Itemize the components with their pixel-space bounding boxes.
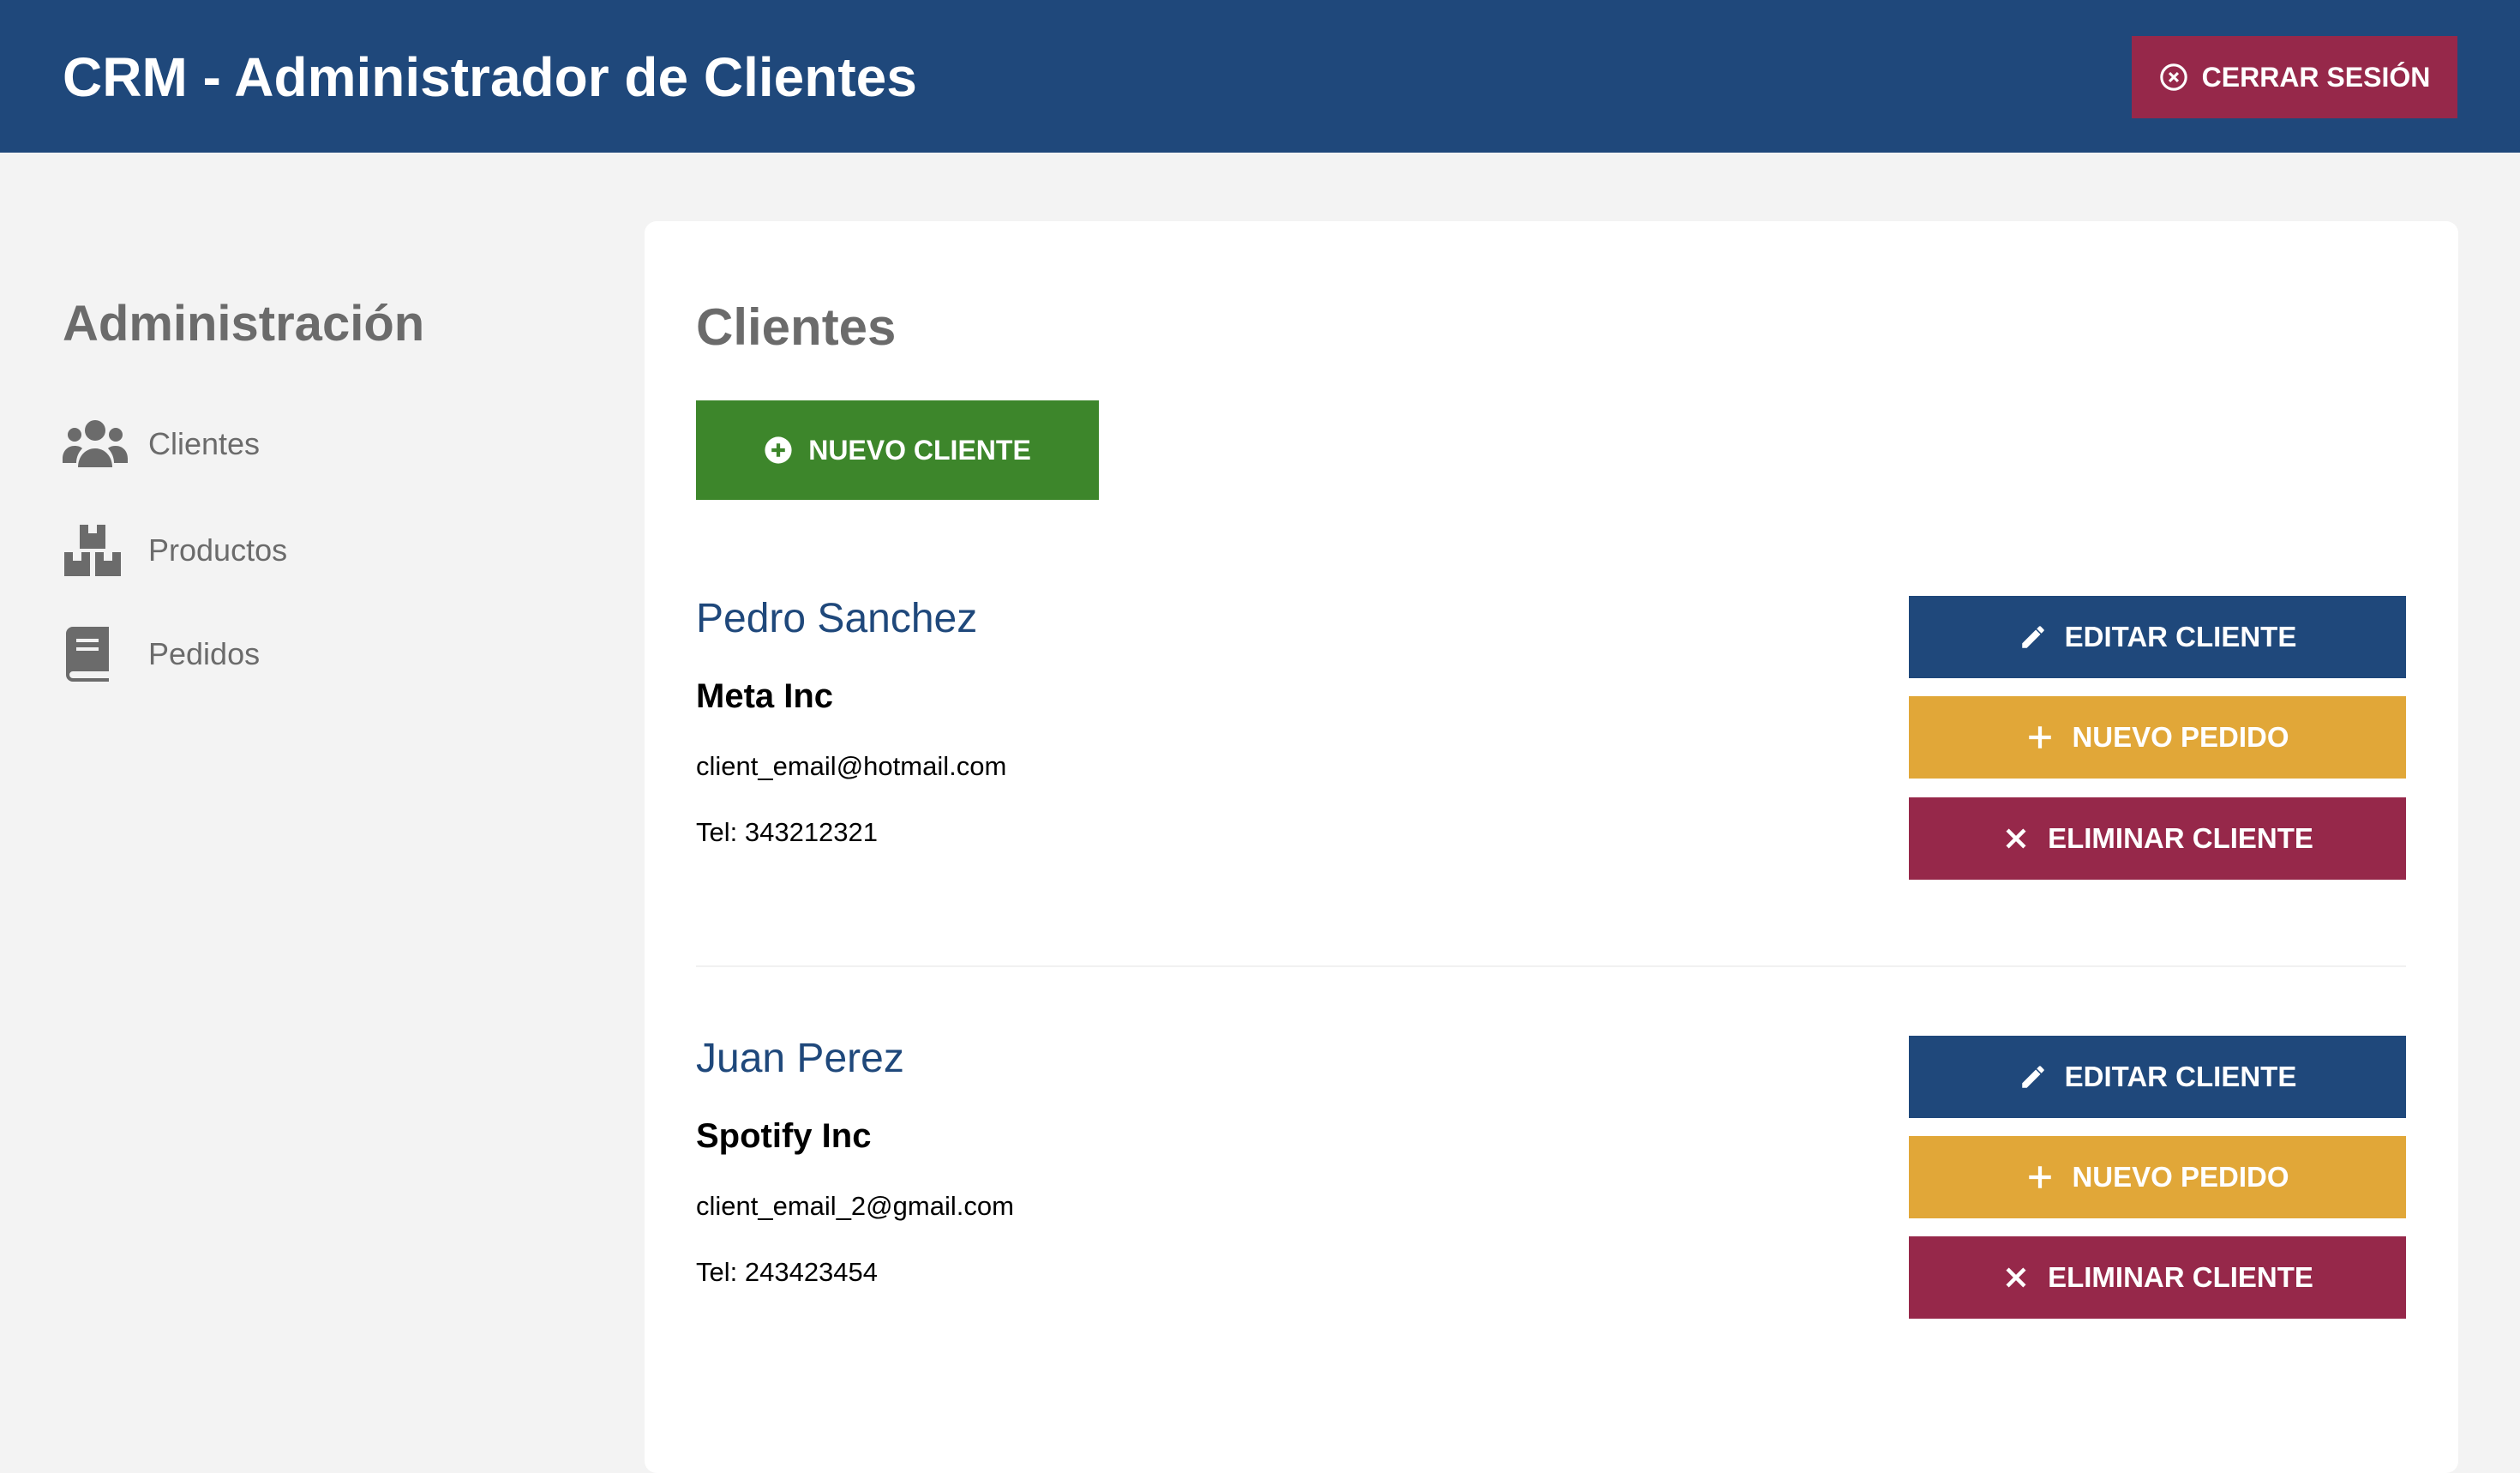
plus-icon: [2025, 1163, 2055, 1192]
client-email: client_email@hotmail.com: [696, 751, 1007, 781]
new-client-label: NUEVO CLIENTE: [808, 434, 1031, 466]
app-title: CRM - Administrador de Clientes: [63, 46, 917, 108]
sidebar-item-label: Clientes: [148, 426, 261, 461]
new-order-label: NUEVO PEDIDO: [2072, 721, 2289, 753]
sidebar-item-pedidos[interactable]: Pedidos: [63, 624, 260, 684]
users-icon: [63, 417, 128, 472]
edit-client-button[interactable]: EDITAR CLIENTE: [1909, 1036, 2406, 1118]
client-name: Pedro Sanchez: [696, 596, 978, 641]
client-company: Meta Inc: [696, 677, 834, 715]
page-title: Clientes: [696, 298, 897, 356]
top-header: CRM - Administrador de Clientes CERRAR S…: [0, 0, 2520, 153]
client-email: client_email_2@gmail.com: [696, 1191, 1014, 1221]
delete-client-button[interactable]: ELIMINAR CLIENTE: [1909, 1236, 2406, 1319]
sidebar-item-productos[interactable]: Productos: [63, 520, 287, 580]
sidebar-title: Administración: [63, 296, 425, 352]
new-order-button[interactable]: NUEVO PEDIDO: [1909, 1136, 2406, 1218]
delete-client-label: ELIMINAR CLIENTE: [2048, 1261, 2313, 1293]
new-order-button[interactable]: NUEVO PEDIDO: [1909, 696, 2406, 779]
pencil-icon: [2019, 622, 2048, 652]
delete-client-button[interactable]: ELIMINAR CLIENTE: [1909, 797, 2406, 880]
logout-button[interactable]: CERRAR SESIÓN: [2132, 36, 2457, 118]
boxes-icon: [63, 523, 128, 578]
client-phone: Tel: 343212321: [696, 817, 879, 847]
sidebar-item-label: Productos: [148, 532, 288, 568]
delete-client-label: ELIMINAR CLIENTE: [2048, 822, 2313, 854]
new-client-button[interactable]: NUEVO CLIENTE: [696, 400, 1099, 500]
client-name: Juan Perez: [696, 1036, 904, 1081]
book-icon: [63, 627, 128, 682]
circle-x-icon: [2159, 63, 2188, 92]
sidebar-item-clientes[interactable]: Clientes: [63, 414, 260, 474]
plus-icon: [2025, 723, 2055, 752]
edit-client-label: EDITAR CLIENTE: [2064, 1061, 2297, 1092]
close-icon: [2001, 824, 2031, 853]
new-order-label: NUEVO PEDIDO: [2072, 1161, 2289, 1193]
client-phone: Tel: 243423454: [696, 1257, 879, 1287]
close-icon: [2001, 1263, 2031, 1292]
pencil-icon: [2019, 1062, 2048, 1091]
logout-button-label: CERRAR SESIÓN: [2201, 61, 2431, 93]
plus-circle-icon: [764, 436, 793, 465]
sidebar-item-label: Pedidos: [148, 636, 261, 671]
client-company: Spotify Inc: [696, 1117, 872, 1155]
edit-client-button[interactable]: EDITAR CLIENTE: [1909, 596, 2406, 678]
edit-client-label: EDITAR CLIENTE: [2064, 621, 2297, 652]
client-divider: [696, 965, 2406, 967]
